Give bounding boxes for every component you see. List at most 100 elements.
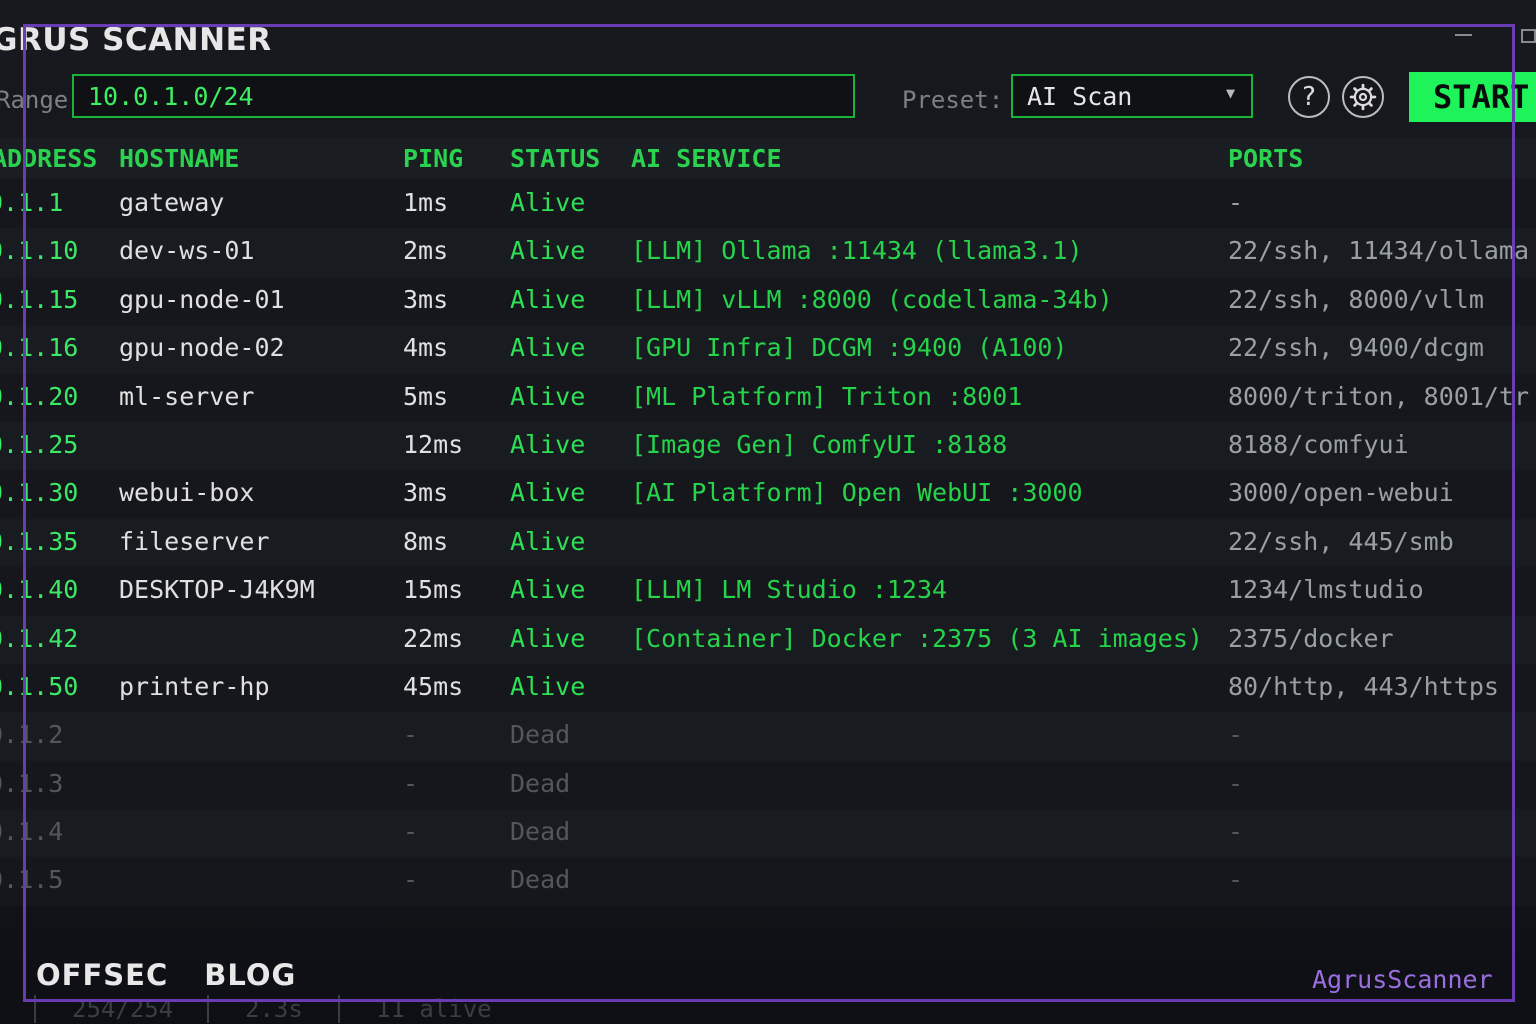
cell-ports: 2375/docker — [1228, 623, 1394, 653]
cell-address: 0.1.25 — [0, 429, 79, 459]
header-ports[interactable]: PORTS — [1228, 144, 1303, 173]
cell-ai-service: [ML Platform] Triton :8001 — [631, 381, 1023, 411]
cell-status: Dead — [510, 865, 571, 895]
cell-ai-service: [Image Gen] ComfyUI :8188 — [631, 429, 1008, 459]
status-divider — [338, 995, 340, 1023]
watermark: AgrusScanner — [1312, 965, 1493, 994]
cell-ping: 3ms — [403, 284, 449, 314]
table-header: ADDRESS HOSTNAME PING STATUS AI SERVICE … — [0, 138, 1536, 178]
maximize-icon[interactable] — [1521, 29, 1536, 43]
cell-address: 0.1.15 — [0, 284, 79, 314]
cell-status: Dead — [510, 817, 571, 847]
cell-ports: - — [1228, 865, 1244, 895]
brand-blog: BLOG — [204, 958, 297, 992]
cell-ping: - — [403, 817, 419, 847]
gear-icon — [1349, 83, 1377, 111]
range-label: Range — [0, 86, 69, 114]
cell-ports: 22/ssh, 9400/dcgm — [1228, 333, 1484, 363]
cell-ports: 1234/lmstudio — [1228, 575, 1424, 605]
cell-address: 0.1.3 — [0, 768, 64, 798]
table-row[interactable]: 0.1.15 gpu-node-01 3ms Alive [LLM] vLLM :800… — [0, 276, 1536, 326]
cell-ports: 80/http, 443/https — [1228, 671, 1499, 701]
cell-address: 0.1.30 — [0, 478, 79, 508]
header-ai-service[interactable]: AI SERVICE — [631, 144, 782, 173]
table-row[interactable]: 0.1.2 - Dead - — [0, 712, 1536, 761]
table-row[interactable]: 0.1.40 DESKTOP-J4K9M 15ms Alive [LLM] LM Stu… — [0, 567, 1536, 616]
settings-button[interactable] — [1342, 76, 1384, 118]
cell-ports: 3000/open-webui — [1228, 478, 1454, 508]
table-row[interactable]: 0.1.10 dev-ws-01 2ms Alive [LLM] Ollama :114… — [0, 228, 1536, 277]
status-bar: 254/254 2.3s 11 alive — [0, 995, 1536, 1024]
cell-hostname: gpu-node-02 — [119, 333, 285, 363]
cell-address: 0.1.10 — [0, 236, 79, 266]
cell-ai-service: [GPU Infra] DCGM :9400 (A100) — [631, 333, 1068, 363]
cell-status: Alive — [510, 478, 586, 508]
cell-status: Alive — [510, 188, 586, 217]
chevron-down-icon: ▼ — [1225, 84, 1235, 102]
cell-hostname: gpu-node-01 — [119, 284, 285, 314]
table-row[interactable]: 0.1.42 22ms Alive [Container] Docker :2375 … — [0, 615, 1536, 664]
cell-address: 0.1.1 — [0, 188, 64, 217]
table-row[interactable]: 0.1.30 webui-box 3ms Alive [AI Platform] Ope… — [0, 470, 1536, 519]
cell-address: 0.1.5 — [0, 865, 64, 895]
cell-address: 0.1.20 — [0, 381, 79, 411]
cell-address: 0.1.40 — [0, 575, 79, 605]
table-row[interactable]: 0.1.35 fileserver 8ms Alive 22/ssh, 445/smb — [0, 518, 1536, 568]
cell-address: 0.1.2 — [0, 720, 64, 750]
table-row[interactable]: 0.1.4 - Dead - — [0, 809, 1536, 858]
brand-logo: OFFSEC BLOG — [36, 958, 332, 992]
cell-ping: - — [403, 768, 419, 798]
cell-hostname: webui-box — [119, 478, 255, 508]
cell-status: Alive — [510, 526, 586, 556]
cell-address: 0.1.16 — [0, 333, 79, 363]
table-row[interactable]: 0.1.5 - Dead - — [0, 857, 1536, 906]
cell-status: Alive — [510, 623, 586, 653]
cell-status: Alive — [510, 333, 586, 363]
table-row[interactable]: 0.1.25 12ms Alive [Image Gen] ComfyUI :8188… — [0, 421, 1536, 471]
start-button[interactable]: START — [1409, 72, 1536, 122]
cell-ports: - — [1228, 188, 1244, 217]
status-progress: 254/254 — [72, 995, 174, 1023]
range-input[interactable]: 10.0.1.0/24 — [72, 74, 855, 118]
status-divider — [207, 995, 209, 1023]
preset-label: Preset: — [902, 86, 1004, 114]
app-title: GRUS SCANNER — [0, 22, 272, 58]
status-alive-count: 11 alive — [376, 995, 492, 1023]
table-row[interactable]: 0.1.20 ml-server 5ms Alive [ML Platform] Tri… — [0, 373, 1536, 422]
help-button[interactable]: ? — [1288, 76, 1330, 118]
status-elapsed: 2.3s — [245, 995, 303, 1023]
header-address[interactable]: ADDRESS — [0, 144, 97, 173]
header-ping[interactable]: PING — [403, 144, 463, 173]
cell-ports: 22/ssh, 11434/ollama — [1228, 236, 1530, 266]
cell-ports: 22/ssh, 8000/vllm — [1228, 284, 1484, 314]
cell-address: 0.1.50 — [0, 671, 79, 701]
table-row[interactable]: 0.1.16 gpu-node-02 4ms Alive [GPU Infra] DCG… — [0, 325, 1536, 374]
table-row[interactable]: 0.1.50 printer-hp 45ms Alive 80/http, 443/ht… — [0, 663, 1536, 713]
cell-status: Alive — [510, 381, 586, 411]
cell-ping: 1ms — [403, 188, 449, 217]
cell-ai-service: [LLM] LM Studio :1234 — [631, 575, 948, 605]
cell-ai-service: [LLM] Ollama :11434 (llama3.1) — [631, 236, 1083, 266]
cell-hostname: dev-ws-01 — [119, 236, 255, 266]
toolbar: Range 10.0.1.0/24 Preset: AI Scan ▼ ? ST… — [0, 64, 1536, 132]
cell-ping: - — [403, 720, 419, 750]
cell-address: 0.1.4 — [0, 817, 64, 847]
brand-offsec: OFFSEC — [36, 958, 169, 992]
preset-select[interactable]: AI Scan ▼ — [1011, 74, 1253, 118]
header-status[interactable]: STATUS — [510, 144, 600, 173]
minimize-icon[interactable] — [1455, 22, 1473, 40]
cell-hostname: ml-server — [119, 381, 255, 411]
cell-ping: 15ms — [403, 575, 464, 605]
cell-status: Dead — [510, 768, 571, 798]
table-row[interactable]: 0.1.3 - Dead - — [0, 760, 1536, 810]
header-hostname[interactable]: HOSTNAME — [119, 144, 239, 173]
cell-hostname: printer-hp — [119, 671, 270, 701]
table-row[interactable]: 0.1.1 gateway 1ms Alive - — [0, 180, 1536, 229]
cell-ping: 5ms — [403, 381, 449, 411]
cell-ports: 8188/comfyui — [1228, 429, 1409, 459]
cell-ports: - — [1228, 768, 1244, 798]
cell-hostname: DESKTOP-J4K9M — [119, 575, 315, 605]
help-icon: ? — [1302, 82, 1316, 112]
cell-ai-service: [LLM] vLLM :8000 (codellama-34b) — [631, 284, 1113, 314]
cell-address: 0.1.42 — [0, 623, 79, 653]
